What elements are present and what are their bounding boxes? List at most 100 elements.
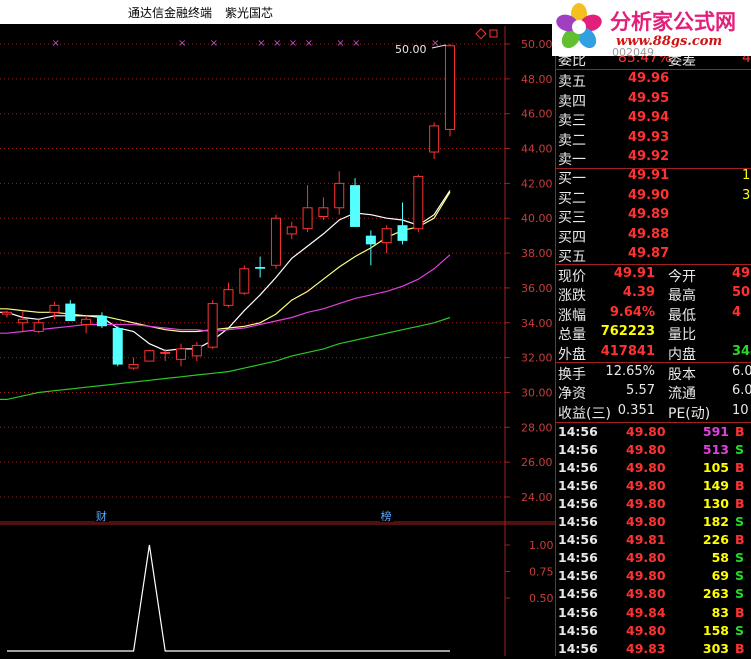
tick-row: 14:56 49.80 182 S: [556, 514, 751, 532]
tick-volume: 83: [711, 604, 729, 620]
fund-value: 0.351: [617, 402, 655, 418]
tick-volume: 303: [702, 640, 729, 656]
ask-level[interactable]: 卖五 49.96: [556, 71, 751, 90]
tick-row: 14:56 49.80 149 B: [556, 478, 751, 496]
fundamental-row[interactable]: 换手 12.65% 股本 6.0: [556, 364, 751, 383]
signal-marker: ×: [336, 38, 344, 49]
stat-value: 49: [732, 266, 751, 281]
section-divider: [556, 362, 751, 363]
bid-level[interactable]: 买一 49.91 1: [556, 168, 751, 187]
y-tick-label: 24.00: [521, 491, 553, 504]
ask-price: 49.95: [628, 90, 670, 106]
tick-time: 14:56: [558, 568, 598, 584]
tick-row: 14:56 49.80 591 B: [556, 424, 751, 442]
bid-level[interactable]: 买四 49.88: [556, 227, 751, 246]
fundamental-row[interactable]: 净资 5.57 流通 6.0: [556, 383, 751, 402]
fundamental-row[interactable]: 收益(三) 0.351 PE(动) 10: [556, 403, 751, 422]
tick-time: 14:56: [558, 550, 598, 566]
tick-volume: 182: [702, 514, 729, 530]
signal-marker: ×: [352, 38, 360, 49]
signal-marker: ×: [289, 38, 297, 49]
tick-row: 14:56 49.81 226 B: [556, 532, 751, 550]
candle-body-up: [286, 226, 297, 235]
candle-body-up: [2, 311, 12, 315]
stat-label: 涨幅: [558, 307, 586, 324]
tick-side: B: [735, 604, 745, 620]
tick-volume: 226: [702, 532, 729, 548]
bid-price: 49.88: [628, 226, 670, 242]
tick-volume: 149: [702, 478, 729, 494]
kline-chart[interactable]: 50.00 48.00 46.00 44.00 42.00 40.00 38.00 36.00…: [0, 0, 556, 656]
ask-level[interactable]: 卖四 49.95: [556, 91, 751, 110]
tick-row: 14:56 49.80 130 B: [556, 496, 751, 514]
bid-label: 买一: [558, 171, 586, 187]
fund-value: 12.65%: [605, 364, 655, 379]
tick-volume: 591: [702, 424, 729, 439]
stat-label: 今开: [668, 269, 696, 285]
tick-row: 14:56 49.80 263 S: [556, 586, 751, 604]
ask-price: 49.93: [628, 129, 670, 145]
stat-label: 内盘: [668, 346, 696, 363]
site-logo: 分析家公式网 www.88gs.com 002049: [552, 0, 751, 56]
candle-body-up: [270, 217, 281, 266]
y-tick-label: 30.00: [521, 386, 553, 399]
section-divider: [556, 264, 751, 265]
tick-price: 49.81: [626, 532, 666, 548]
tick-time: 14:56: [558, 586, 598, 602]
ask-label: 卖三: [558, 113, 586, 130]
tick-time: 14:56: [558, 424, 598, 439]
stat-value: 4: [732, 304, 742, 320]
stat-label: 涨跌: [558, 288, 586, 305]
bid-level[interactable]: 买三 49.89: [556, 207, 751, 226]
stat-value: 417841: [600, 343, 655, 359]
bid-level[interactable]: 买五 49.87: [556, 246, 751, 265]
tick-volume: 158: [702, 622, 729, 638]
tick-time: 14:56: [558, 622, 598, 638]
stat-row[interactable]: 外盘 417841 内盘 344: [556, 344, 751, 363]
indicator-line: [7, 544, 450, 652]
candle-body-up: [302, 207, 313, 230]
flower-logo-icon: [556, 3, 602, 49]
ask-level[interactable]: 卖二 49.93: [556, 130, 751, 149]
y-tick-label: 26.00: [521, 456, 553, 469]
stat-label: 总量: [558, 327, 586, 344]
tick-volume: 130: [702, 496, 729, 512]
candle-body-up: [160, 351, 171, 354]
tick-side: B: [735, 532, 745, 548]
tick-row: 14:56 49.80 105 B: [556, 460, 751, 478]
tick-price: 49.80: [626, 586, 666, 602]
tick-price: 49.80: [626, 550, 666, 566]
bid-level[interactable]: 买二 49.90 3: [556, 188, 751, 207]
candle-body-up: [334, 182, 345, 209]
tick-row: 14:56 49.84 83 B: [556, 605, 751, 623]
bid-price: 49.91: [628, 168, 670, 183]
y-tick-label: 34.00: [521, 317, 553, 330]
tick-volume: 69: [711, 568, 729, 584]
tick-side: B: [735, 424, 745, 439]
tick-time: 14:56: [558, 532, 598, 548]
candle-body-up: [239, 268, 250, 294]
fund-label: 净资: [558, 386, 586, 403]
y-tick-label: 44.00: [521, 143, 553, 156]
ask-label: 卖五: [558, 74, 586, 90]
bid-label: 买三: [558, 210, 586, 227]
tick-volume: 105: [702, 460, 729, 476]
bid-label: 买二: [558, 190, 586, 207]
stat-row[interactable]: 现价 49.91 今开 49: [556, 266, 751, 285]
candle-body-up: [413, 175, 424, 230]
section-divider: [556, 69, 751, 70]
ask-level[interactable]: 卖三 49.94: [556, 110, 751, 129]
y-tick-label: 28.00: [521, 421, 553, 434]
quote-panel: 委比 85.47% 委差 4 卖五 49.96 卖四 49.95 卖三 49.94 卖二 49.93 卖…: [556, 0, 751, 656]
candle-body-up: [191, 344, 202, 357]
y-tick-label: 48.00: [521, 73, 553, 86]
stat-row[interactable]: 涨幅 9.64% 最低 4: [556, 305, 751, 324]
tick-row: 14:56 49.80 69 S: [556, 568, 751, 586]
ask-level[interactable]: 卖一 49.92: [556, 149, 751, 168]
stat-row[interactable]: 涨跌 4.39 最高 50: [556, 285, 751, 304]
ask-price: 49.92: [628, 149, 670, 165]
fund-label: 流通: [668, 386, 696, 403]
stat-row[interactable]: 总量 762223 量比: [556, 324, 751, 343]
tick-side: S: [735, 442, 745, 458]
tick-price: 49.84: [626, 604, 666, 620]
